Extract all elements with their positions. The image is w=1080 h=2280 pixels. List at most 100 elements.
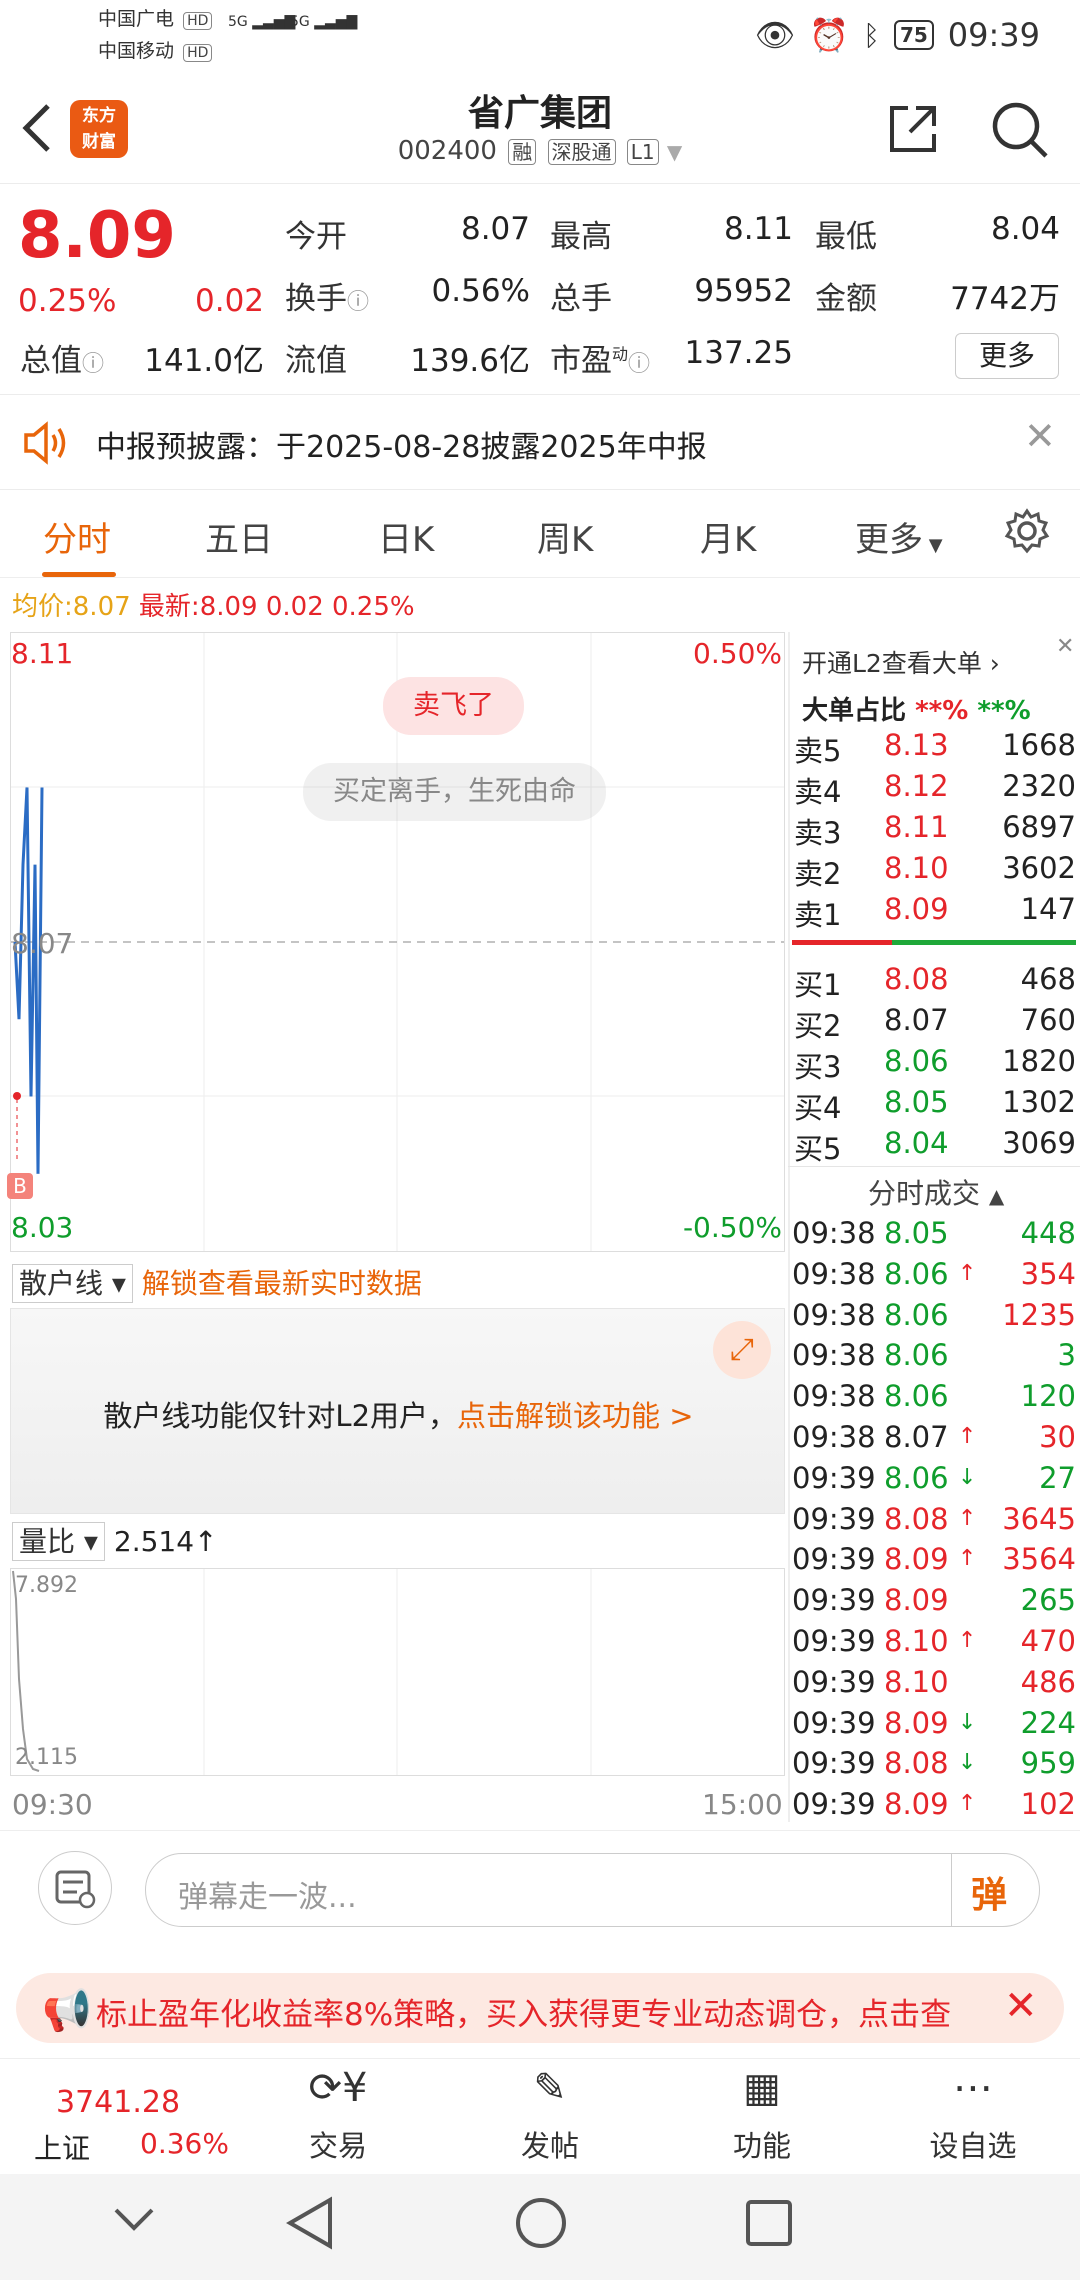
tick-direction-icon: ↓ xyxy=(958,1750,977,1776)
ticks-header[interactable]: 分时成交 ▲ xyxy=(868,1172,1004,1212)
bid-label: 买3 xyxy=(794,1050,842,1084)
tick-price: 8.10 xyxy=(884,1624,949,1658)
signal-icon-2: 5G ▂▃▅▇ xyxy=(290,14,358,30)
megaphone-icon: 📢 xyxy=(42,1988,92,2034)
nav-watchlist[interactable]: ⋯ 设自选 xyxy=(913,2065,1033,2165)
stock-header: 东方 财富 省广集团 002400 融 深股通 L1 ▼ xyxy=(0,72,1080,184)
clock: 09:39 xyxy=(947,16,1040,54)
tick-price: 8.09 xyxy=(884,1542,949,1577)
bid-price: 8.08 xyxy=(884,962,949,996)
tick-direction-icon: ↑ xyxy=(958,1791,977,1817)
ask-price: 8.11 xyxy=(884,810,949,844)
share-icon[interactable] xyxy=(886,102,940,160)
bid-row: 买4 8.05 1302 xyxy=(792,1085,1076,1126)
nav-post[interactable]: ✎ 发帖 xyxy=(490,2065,610,2165)
tick-time: 09:39 xyxy=(792,1460,876,1495)
bottom-nav: 3741.28 上证 0.36% ⟳¥ 交易 ✎ 发帖 ▦ 功能 ⋯ 设自选 xyxy=(0,2058,1080,2174)
tick-volume: 224 xyxy=(1020,1705,1076,1740)
tick-price: 8.09 xyxy=(884,1705,949,1740)
turnover-label[interactable]: 换手ⓘ xyxy=(285,273,369,318)
more-circle-icon: ⋯ xyxy=(953,2065,993,2111)
tick-price: 8.08 xyxy=(884,1746,949,1781)
index-pct: 0.36% xyxy=(140,2127,229,2160)
recents-nav-icon[interactable] xyxy=(744,2198,794,2252)
amount-value: 7742万 xyxy=(950,281,1060,317)
bid-row: 买5 8.04 3069 xyxy=(792,1126,1076,1167)
tab-daily-k[interactable]: 日K xyxy=(378,512,434,561)
tab-intraday[interactable]: 分时 xyxy=(43,512,111,561)
ask-row: 卖4 8.12 2320 xyxy=(792,769,1076,810)
notice-bar[interactable]: 中报预披露：于2025-08-28披露2025年中报 ✕ xyxy=(0,396,1080,490)
nav-function[interactable]: ▦ 功能 xyxy=(702,2065,822,2165)
mktcap-label[interactable]: 总值ⓘ xyxy=(20,335,104,380)
float-value: 139.6亿 xyxy=(410,343,530,379)
intraday-chart[interactable]: 8.11 0.50% 8.07 8.03 -0.50% 卖飞了 买定离手，生死由… xyxy=(7,632,785,1252)
info-icon: ⓘ xyxy=(628,352,651,377)
close-icon[interactable]: ✕ xyxy=(1056,634,1074,659)
ask-volume: 6897 xyxy=(1002,810,1076,844)
change-percent: 0.25% xyxy=(18,283,117,319)
tab-monthly-k[interactable]: 月K xyxy=(700,512,756,561)
expand-icon[interactable]: ⤢ xyxy=(713,1321,771,1379)
chevron-down-icon[interactable]: ▼ xyxy=(667,140,682,164)
tick-row: 09:39 8.09 ↓ 224 xyxy=(792,1706,1076,1747)
eye-icon: 👁 xyxy=(754,16,796,54)
time-start: 09:30 xyxy=(12,1788,93,1821)
liangbi-max: 7.892 xyxy=(15,1573,78,1598)
bid-price: 8.07 xyxy=(884,1003,949,1037)
bid-price: 8.06 xyxy=(884,1044,949,1078)
tick-time: 09:39 xyxy=(792,1501,876,1536)
tick-time: 09:38 xyxy=(792,1420,876,1454)
tab-weekly-k[interactable]: 周K xyxy=(537,512,593,561)
tick-time: 09:39 xyxy=(792,1583,876,1618)
tick-row: 09:39 8.09 ↑ 102 xyxy=(792,1787,1076,1828)
amount-label: 金额 xyxy=(815,281,877,317)
tag-level: L1 xyxy=(626,139,659,165)
tick-row: 09:38 8.05 448 xyxy=(792,1216,1076,1257)
back-nav-icon[interactable] xyxy=(285,2196,334,2254)
search-icon[interactable] xyxy=(990,100,1050,164)
sanhu-select[interactable]: 散户线 ▾ xyxy=(12,1264,133,1303)
ask-row: 卖2 8.10 3602 xyxy=(792,851,1076,892)
buy-marker[interactable]: B xyxy=(7,1173,33,1199)
turnover-value: 0.56% xyxy=(431,273,530,309)
change-value: 0.02 xyxy=(195,283,265,319)
settings-icon[interactable] xyxy=(1004,508,1050,558)
tick-price: 8.06 xyxy=(884,1297,949,1332)
ad-banner[interactable]: 📢 标止盈年化收益率8%策略，买入获得更专业动态调仓，点击查 ✕ xyxy=(16,1973,1064,2043)
tab-more[interactable]: 更多 ▼ xyxy=(855,512,943,561)
pe-label[interactable]: 市盈动ⓘ xyxy=(550,335,650,380)
collapse-icon[interactable] xyxy=(112,2204,156,2238)
ask-volume: 3602 xyxy=(1002,851,1076,885)
quote-panel: 8.09 0.25% 0.02 今开 8.07 最高 8.11 最低 8.04 … xyxy=(0,185,1080,395)
close-icon[interactable]: ✕ xyxy=(1024,414,1056,458)
pct-max-label: 0.50% xyxy=(693,637,782,670)
tick-volume: 959 xyxy=(1020,1746,1076,1781)
sanhu-unlock-link[interactable]: 解锁查看最新实时数据 xyxy=(142,1267,422,1300)
danmu-input[interactable]: 弹幕走一波... 弹 xyxy=(145,1853,1040,1927)
tab-5day[interactable]: 五日 xyxy=(205,512,273,561)
chart-tabs: 分时 五日 日K 周K 月K 更多 ▼ xyxy=(0,492,1080,578)
ask-row: 卖3 8.11 6897 xyxy=(792,810,1076,851)
notes-icon[interactable] xyxy=(38,1851,112,1925)
sanhu-unlock-button[interactable]: 点击解锁该功能 > xyxy=(457,1399,694,1433)
speaker-icon xyxy=(22,420,70,470)
tick-volume: 265 xyxy=(1020,1583,1076,1618)
tick-time: 09:39 xyxy=(792,1787,876,1822)
low-label: 最低 xyxy=(815,219,877,255)
volume-label: 总手 xyxy=(550,281,612,317)
close-icon[interactable]: ✕ xyxy=(1004,1983,1038,2029)
tick-price: 8.09 xyxy=(884,1787,949,1822)
float-label: 流值 xyxy=(285,343,347,379)
index-ticker[interactable]: 3741.28 上证 0.36% xyxy=(0,2059,229,2175)
tick-volume: 3 xyxy=(1057,1338,1076,1373)
high-label: 最高 xyxy=(550,219,612,255)
l2-upgrade-link[interactable]: 开通L2查看大单 › xyxy=(802,644,1000,680)
home-nav-icon[interactable] xyxy=(514,2196,568,2254)
danmu-send-icon[interactable]: 弹 xyxy=(971,1866,1007,1918)
tick-volume: 30 xyxy=(1039,1420,1076,1454)
more-button[interactable]: 更多 xyxy=(955,333,1059,379)
nav-trade[interactable]: ⟳¥ 交易 xyxy=(278,2065,398,2165)
tick-time: 09:39 xyxy=(792,1542,876,1577)
liangbi-select[interactable]: 量比 ▾ xyxy=(12,1522,105,1561)
